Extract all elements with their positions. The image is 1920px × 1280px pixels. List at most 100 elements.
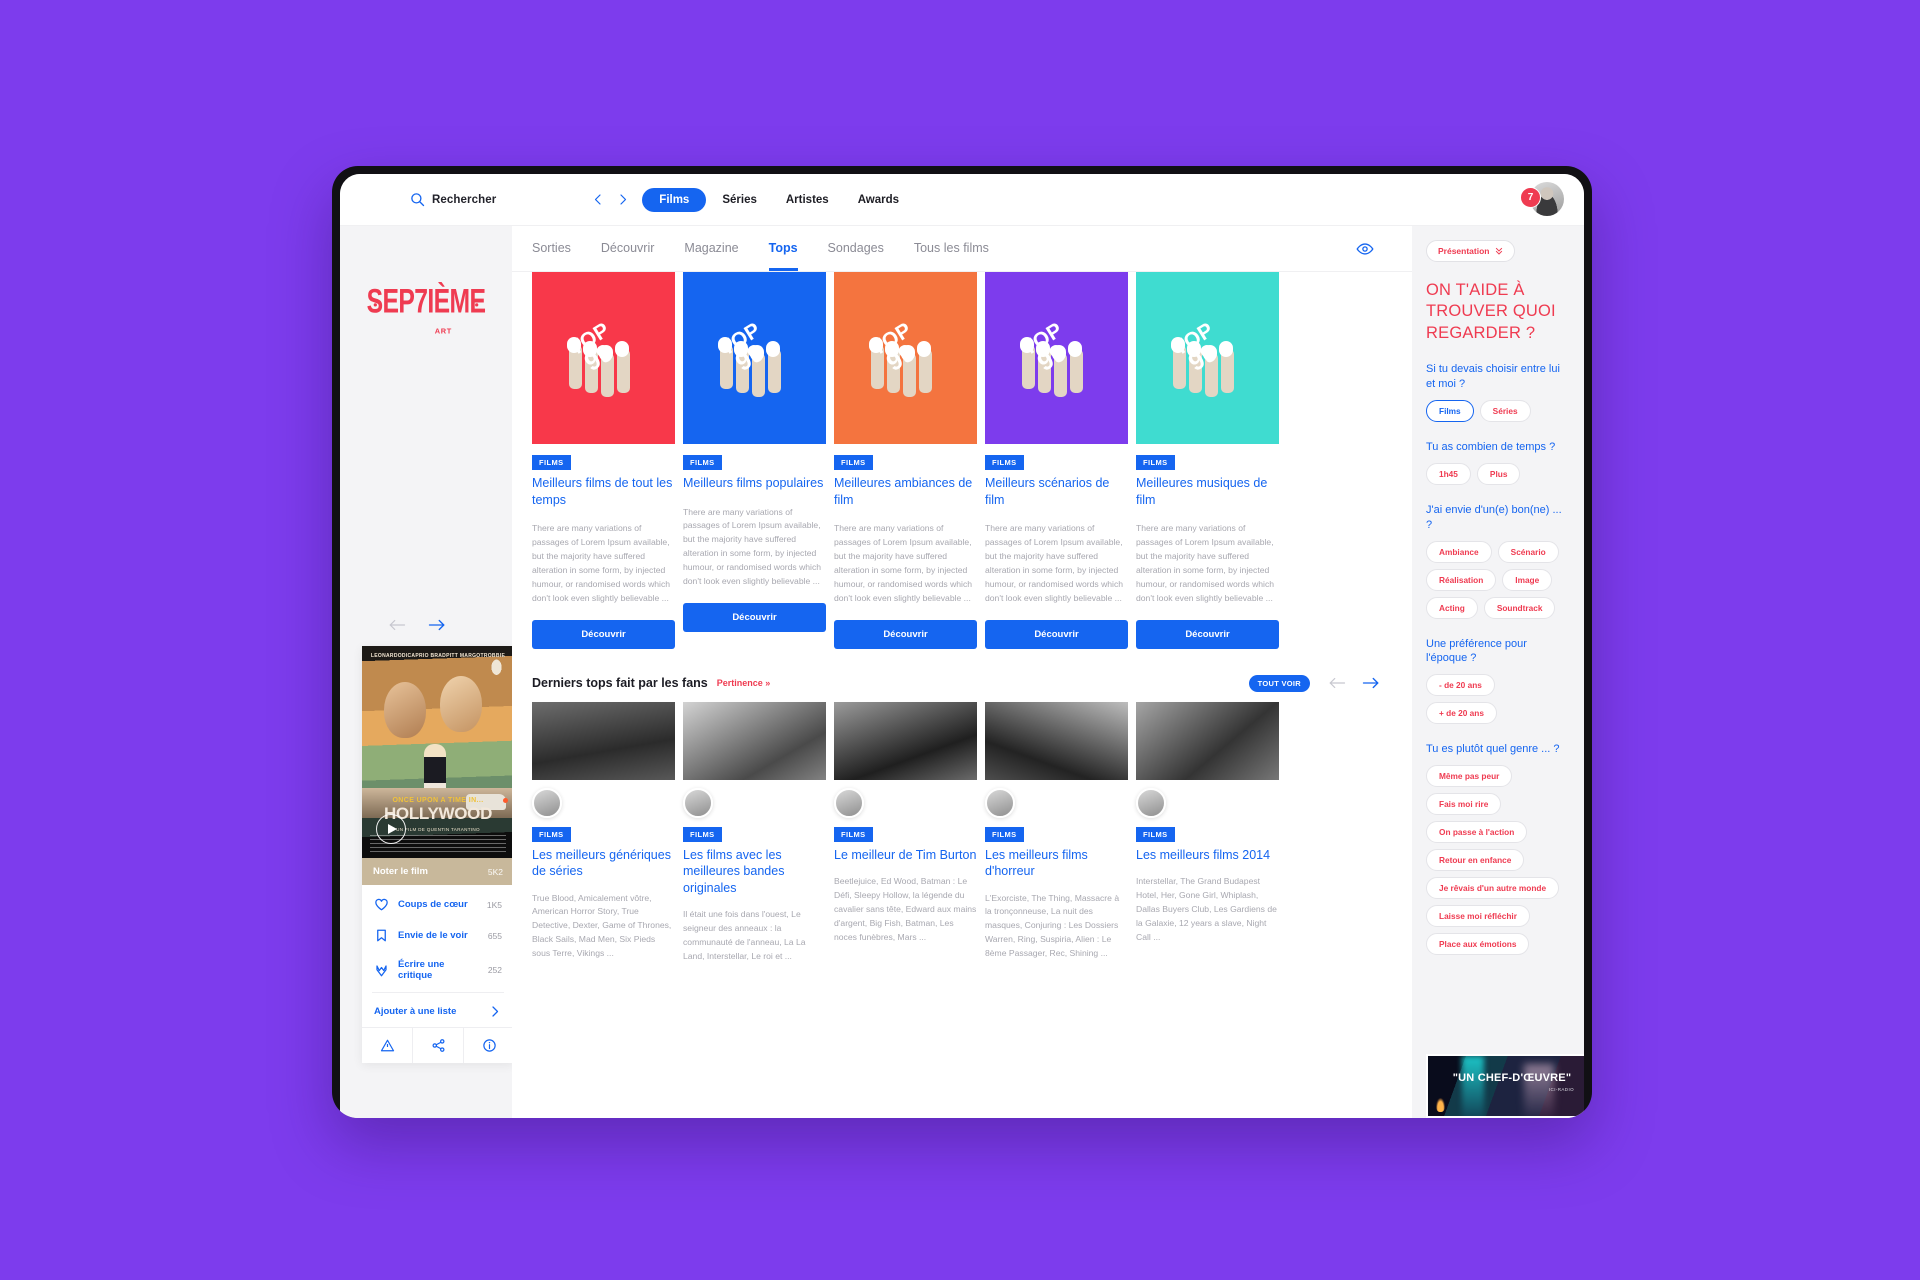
fan-card-title[interactable]: Les meilleurs films 2014 xyxy=(1136,847,1279,864)
quiz-option-chip[interactable]: Réalisation xyxy=(1426,568,1497,591)
fan-card[interactable]: FILMS Les films avec les meilleures bande… xyxy=(683,701,826,964)
quiz-option-chip[interactable]: Ambiance xyxy=(1426,540,1492,563)
discover-button[interactable]: Découvrir xyxy=(985,619,1128,649)
quiz-option-chip[interactable]: Retour en enfance xyxy=(1426,849,1525,872)
nav-item-awards[interactable]: Awards xyxy=(845,188,912,212)
top-card-thumbnail[interactable]: TOP 99 xyxy=(1136,272,1279,444)
share-button[interactable] xyxy=(412,1028,463,1063)
action-ajouter-a-une-liste[interactable]: Ajouter à une liste xyxy=(362,996,514,1027)
top-card-title[interactable]: Meilleurs films populaires xyxy=(683,475,826,492)
chevron-left-icon[interactable] xyxy=(591,192,606,207)
fans-sort-relevance[interactable]: Pertinence » xyxy=(717,678,771,688)
action-ecrire-une-critique[interactable]: Écrire une critique 252 xyxy=(362,951,514,989)
fan-card-title[interactable]: Les meilleurs génériques de séries xyxy=(532,847,675,880)
brand-logo[interactable]: SEP7IÈME ART xyxy=(362,274,490,342)
fan-card-tag: FILMS xyxy=(1136,826,1175,842)
quiz-option-chip[interactable]: Image xyxy=(1502,568,1553,591)
discover-button[interactable]: Découvrir xyxy=(532,619,675,649)
quiz-option-chip[interactable]: - de 20 ans xyxy=(1426,674,1495,697)
subnav-item-tous-les-films[interactable]: Tous les films xyxy=(914,241,989,257)
quiz-option-chip[interactable]: Films xyxy=(1426,400,1474,422)
fan-card[interactable]: FILMS Les meilleurs films 2014 Interstella… xyxy=(1136,701,1279,964)
fan-card-thumbnail[interactable] xyxy=(532,701,675,780)
arrow-right-icon[interactable] xyxy=(1362,676,1380,690)
top-card[interactable]: TOP 99 FILMS Meilleurs films populaires Th… xyxy=(683,272,826,649)
quiz-option-chip[interactable]: Acting xyxy=(1426,596,1478,619)
fan-card-description: Beetlejuice, Ed Wood, Batman : Le Défi, … xyxy=(834,876,977,942)
fan-card-title[interactable]: Les films avec les meilleures bandes ori… xyxy=(683,847,826,897)
top-card[interactable]: TOP 99 FILMS Meilleures musiques de film T… xyxy=(1136,272,1279,649)
movie-poster-image[interactable]: LEONARDODICAPRIO BRADPITT MARGOTROBBIE O… xyxy=(362,646,514,858)
subnav-item-tops[interactable]: Tops xyxy=(768,241,798,271)
action-envie-de-le-voir[interactable]: Envie de le voir 655 xyxy=(362,920,514,951)
quiz-option-chip[interactable]: Soundtrack xyxy=(1483,596,1556,619)
fan-card[interactable]: FILMS Les meilleurs génériques de séries T… xyxy=(532,701,675,964)
divider xyxy=(372,992,504,993)
fan-card-thumbnail[interactable] xyxy=(834,701,977,780)
eye-icon[interactable] xyxy=(1356,240,1374,258)
action-coups-de-coeur[interactable]: Coups de cœur 1K5 xyxy=(362,889,514,920)
fan-card[interactable]: FILMS Le meilleur de Tim Burton Beetlejuic… xyxy=(834,701,977,964)
top-card-thumbnail[interactable]: TOP 99 xyxy=(834,272,977,444)
top-card[interactable]: TOP 99 FILMS Meilleurs scénarios de film T… xyxy=(985,272,1128,649)
discover-button[interactable]: Découvrir xyxy=(834,619,977,649)
promo-banner[interactable]: "UN CHEF-D'ŒUVRE" ICI-RADIO xyxy=(1426,1054,1584,1118)
info-button[interactable] xyxy=(463,1028,514,1063)
top-card[interactable]: TOP 99 FILMS Meilleurs films de tout les … xyxy=(532,272,675,649)
top-card-title[interactable]: Meilleures musiques de film xyxy=(1136,475,1279,508)
play-trailer-button[interactable] xyxy=(376,814,406,844)
fan-card-description: L'Exorciste, The Thing, Massacre à la tr… xyxy=(985,892,1120,959)
fan-card-avatar[interactable] xyxy=(834,787,864,818)
quiz-option-chip[interactable]: Même pas peur xyxy=(1426,765,1513,788)
top-card[interactable]: TOP 99 FILMS Meilleures ambiances de film… xyxy=(834,272,977,649)
subnav-item-sorties[interactable]: Sorties xyxy=(532,241,571,257)
quiz-option-chip[interactable]: Séries xyxy=(1479,400,1531,422)
arrow-left-icon[interactable] xyxy=(388,618,406,632)
quiz-question-label: Tu as combien de temps ? xyxy=(1426,441,1556,453)
notification-badge[interactable]: 7 xyxy=(1520,187,1541,208)
top-card-title[interactable]: Meilleurs films de tout les temps xyxy=(532,475,675,508)
top-card-thumbnail[interactable]: TOP 99 xyxy=(683,272,826,444)
top-card-title[interactable]: Meilleures ambiances de film xyxy=(834,475,977,508)
arrow-left-icon[interactable] xyxy=(1328,676,1346,690)
quiz-option-chip[interactable]: Je rêvais d'un autre monde xyxy=(1426,877,1560,900)
subnav-item-magazine[interactable]: Magazine xyxy=(684,241,738,257)
fan-card-thumbnail[interactable] xyxy=(1136,701,1279,780)
quiz-option-chip[interactable]: + de 20 ans xyxy=(1426,702,1497,725)
discover-button[interactable]: Découvrir xyxy=(683,603,826,633)
fan-card-avatar[interactable] xyxy=(683,787,713,818)
right-panel: Présentation ON T'AIDE À TROUVER QUOI RE… xyxy=(1412,226,1584,1118)
top-card-thumbnail[interactable]: TOP 99 xyxy=(985,272,1128,444)
fan-card-avatar[interactable] xyxy=(532,787,562,818)
see-all-button[interactable]: TOUT VOIR xyxy=(1248,674,1310,692)
quiz-option-chip[interactable]: Scénario xyxy=(1497,540,1559,563)
top-card-title[interactable]: Meilleurs scénarios de film xyxy=(985,475,1128,508)
quiz-option-chip[interactable]: Laisse moi réfléchir xyxy=(1426,905,1530,928)
fan-card-title[interactable]: Le meilleur de Tim Burton xyxy=(834,847,977,864)
rate-movie-button[interactable]: Noter le film 5K2 xyxy=(362,858,514,885)
fan-card-thumbnail[interactable] xyxy=(985,701,1128,780)
subnav-item-decouvrir[interactable]: Découvrir xyxy=(601,241,655,257)
quiz-option-chip[interactable]: 1h45 xyxy=(1426,462,1471,485)
presentation-toggle[interactable]: Présentation xyxy=(1426,240,1515,262)
quiz-option-chip[interactable]: Fais moi rire xyxy=(1426,793,1502,816)
quiz-option-chip[interactable]: On passe à l'action xyxy=(1426,821,1528,844)
fan-card[interactable]: FILMS Les meilleurs films d'horreur L'Exor… xyxy=(985,701,1128,964)
avatar[interactable]: 7 xyxy=(1520,182,1564,216)
fan-card-thumbnail[interactable] xyxy=(683,701,826,780)
nav-item-artistes[interactable]: Artistes xyxy=(773,188,842,212)
fan-card-title[interactable]: Les meilleurs films d'horreur xyxy=(985,847,1128,880)
quiz-option-chip[interactable]: Place aux émotions xyxy=(1426,933,1530,956)
arrow-right-icon[interactable] xyxy=(428,618,446,632)
chevron-right-icon[interactable] xyxy=(615,192,630,207)
report-button[interactable] xyxy=(362,1028,412,1063)
nav-item-films[interactable]: Films xyxy=(642,187,707,212)
fan-card-avatar[interactable] xyxy=(1136,787,1166,818)
discover-button[interactable]: Découvrir xyxy=(1136,619,1279,649)
nav-item-series[interactable]: Séries xyxy=(709,188,770,212)
subnav-item-sondages[interactable]: Sondages xyxy=(828,241,884,257)
quiz-option-chip[interactable]: Plus xyxy=(1476,462,1521,485)
search-input[interactable]: Rechercher xyxy=(410,192,496,207)
fan-card-avatar[interactable] xyxy=(985,787,1015,818)
top-card-thumbnail[interactable]: TOP 99 xyxy=(532,272,675,444)
